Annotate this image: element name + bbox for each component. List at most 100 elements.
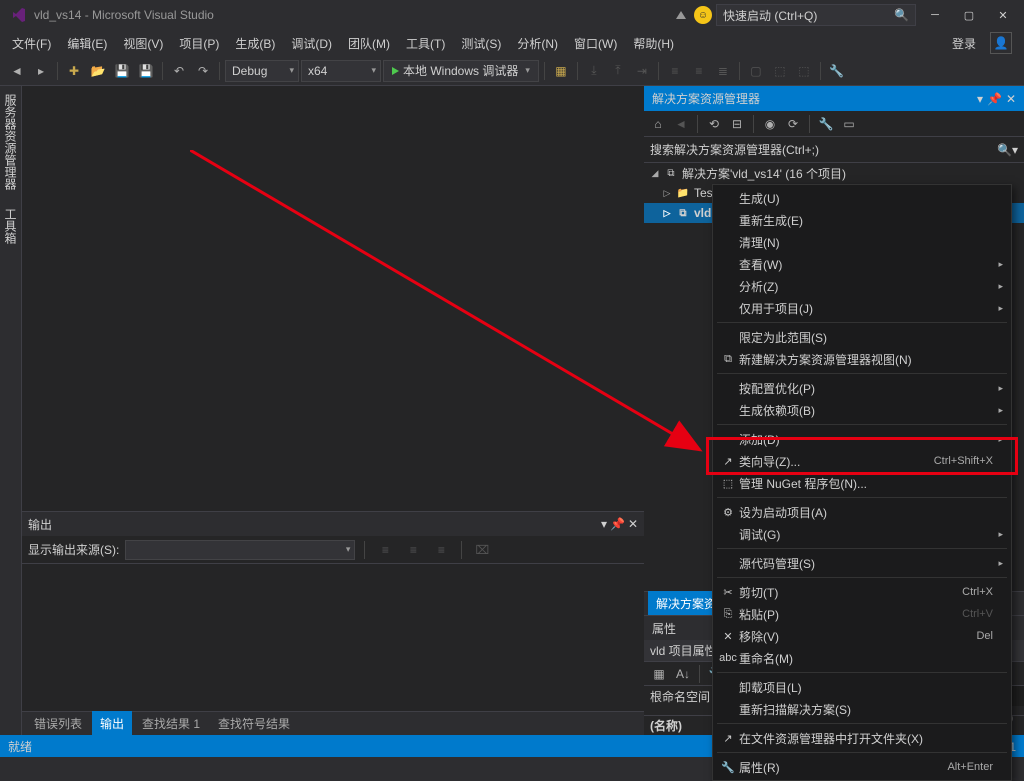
ctx-item[interactable]: ⚙设为启动项目(A) bbox=[713, 501, 1011, 523]
editor-column: 输出 ▾ 📌 ✕ 显示输出来源(S): ≡ ≡ ≡ ⌧ 错误列表 bbox=[22, 86, 644, 735]
minimize-button[interactable]: ─ bbox=[920, 4, 950, 26]
ctx-item[interactable]: 调试(G)▸ bbox=[713, 523, 1011, 545]
menu-project[interactable]: 项目(P) bbox=[171, 31, 227, 56]
ctx-item[interactable]: abc重命名(M) bbox=[713, 647, 1011, 669]
quick-launch-input[interactable]: 快速启动 (Ctrl+Q) 🔍 bbox=[716, 4, 916, 26]
menu-test[interactable]: 测试(S) bbox=[453, 31, 509, 56]
output-close-icon[interactable]: ✕ bbox=[628, 517, 638, 531]
bottom-tabs: 错误列表 输出 查找结果 1 查找符号结果 bbox=[22, 711, 644, 735]
properties-title: 属性 bbox=[652, 620, 676, 637]
window-title: vld_vs14 - Microsoft Visual Studio bbox=[34, 8, 214, 22]
output-btn-1: ≡ bbox=[374, 539, 396, 561]
config-combo[interactable]: Debug bbox=[225, 60, 299, 82]
ctx-item[interactable]: ✂剪切(T)Ctrl+X bbox=[713, 581, 1011, 603]
undo-button[interactable]: ↶ bbox=[168, 60, 190, 82]
save-button[interactable]: 💾 bbox=[111, 60, 133, 82]
left-sidebar: 服务器资源管理器 工具箱 bbox=[0, 86, 22, 735]
tab-find-symbols[interactable]: 查找符号结果 bbox=[210, 711, 298, 736]
quick-launch-placeholder: 快速启动 (Ctrl+Q) bbox=[723, 7, 817, 24]
toolbar-wrench[interactable]: 🔧 bbox=[826, 60, 848, 82]
menu-file[interactable]: 文件(F) bbox=[4, 31, 59, 56]
context-menu[interactable]: 生成(U)重新生成(E)清理(N)查看(W)▸分析(Z)▸仅用于项目(J)▸ 限定… bbox=[712, 184, 1012, 781]
ctx-item[interactable]: 卸载项目(L) bbox=[713, 676, 1011, 698]
solution-node[interactable]: ◢ ⧉ 解决方案'vld_vs14' (16 个项目) bbox=[644, 163, 1024, 183]
ctx-item[interactable]: 源代码管理(S)▸ bbox=[713, 552, 1011, 574]
output-dropdown-icon[interactable]: ▾ bbox=[601, 517, 607, 531]
ctx-item[interactable]: 查看(W)▸ bbox=[713, 253, 1011, 275]
toolbar-disabled-6: ≣ bbox=[712, 60, 734, 82]
close-button[interactable]: ✕ bbox=[988, 4, 1018, 26]
props-alpha-button[interactable]: A↓ bbox=[672, 663, 694, 685]
ctx-item[interactable]: 添加(D)▸ bbox=[713, 428, 1011, 450]
menu-tools[interactable]: 工具(T) bbox=[398, 31, 453, 56]
ctx-item[interactable]: ⧉新建解决方案资源管理器视图(N) bbox=[713, 348, 1011, 370]
toolbar-icon-a[interactable]: ▦ bbox=[550, 60, 572, 82]
tab-error-list[interactable]: 错误列表 bbox=[26, 711, 90, 736]
output-panel: 输出 ▾ 📌 ✕ 显示输出来源(S): ≡ ≡ ≡ ⌧ bbox=[22, 511, 644, 711]
menu-window[interactable]: 窗口(W) bbox=[566, 31, 625, 56]
toolbar-disabled-9: ⬚ bbox=[793, 60, 815, 82]
output-btn-4: ⌧ bbox=[471, 539, 493, 561]
se-props-button[interactable]: 🔧 bbox=[816, 114, 836, 134]
menu-help[interactable]: 帮助(H) bbox=[625, 31, 682, 56]
ctx-item[interactable]: 分析(Z)▸ bbox=[713, 275, 1011, 297]
save-all-button[interactable]: 💾 bbox=[135, 60, 157, 82]
new-project-button[interactable]: ✚ bbox=[63, 60, 85, 82]
tab-output[interactable]: 输出 bbox=[92, 711, 132, 736]
output-source-combo[interactable] bbox=[125, 540, 355, 560]
se-sync-button[interactable]: ⟲ bbox=[704, 114, 724, 134]
nav-back-button[interactable]: ◄ bbox=[6, 60, 28, 82]
ctx-item[interactable]: ↗类向导(Z)...Ctrl+Shift+X bbox=[713, 450, 1011, 472]
se-refresh-button[interactable]: ⟳ bbox=[783, 114, 803, 134]
se-dropdown-icon[interactable]: ▾ bbox=[977, 92, 983, 106]
se-preview-button[interactable]: ▭ bbox=[839, 114, 859, 134]
user-icon[interactable]: 👤 bbox=[990, 32, 1012, 54]
output-pin-icon[interactable]: 📌 bbox=[610, 517, 625, 531]
toolbar-disabled-3: ⇥ bbox=[631, 60, 653, 82]
start-debug-button[interactable]: 本地 Windows 调试器 ▾ bbox=[383, 60, 539, 82]
ctx-item[interactable]: ⬚管理 NuGet 程序包(N)... bbox=[713, 472, 1011, 494]
ctx-item[interactable]: 限定为此范围(S) bbox=[713, 326, 1011, 348]
output-btn-2: ≡ bbox=[402, 539, 424, 561]
maximize-button[interactable]: ▢ bbox=[954, 4, 984, 26]
ctx-item[interactable]: 生成依赖项(B)▸ bbox=[713, 399, 1011, 421]
ctx-item[interactable]: 按配置优化(P)▸ bbox=[713, 377, 1011, 399]
output-body[interactable] bbox=[22, 564, 644, 711]
titlebar: vld_vs14 - Microsoft Visual Studio ☺ 快速启… bbox=[0, 0, 1024, 30]
feedback-icon[interactable]: ☺ bbox=[694, 6, 712, 24]
props-categorize-button[interactable]: ▦ bbox=[648, 663, 670, 685]
se-pin-icon[interactable]: 📌 bbox=[987, 92, 1002, 106]
ctx-item[interactable]: ↗在文件资源管理器中打开文件夹(X) bbox=[713, 727, 1011, 749]
ctx-item[interactable]: 重新扫描解决方案(S) bbox=[713, 698, 1011, 720]
ctx-item[interactable]: 重新生成(E) bbox=[713, 209, 1011, 231]
menu-view[interactable]: 视图(V) bbox=[115, 31, 171, 56]
ctx-item[interactable]: 🔧属性(R)Alt+Enter bbox=[713, 756, 1011, 778]
server-explorer-tab[interactable]: 服务器资源管理器 bbox=[0, 90, 21, 194]
open-file-button[interactable]: 📂 bbox=[87, 60, 109, 82]
ctx-item[interactable]: 清理(N) bbox=[713, 231, 1011, 253]
solution-explorer-title: 解决方案资源管理器 bbox=[652, 90, 760, 107]
login-link[interactable]: 登录 bbox=[944, 31, 984, 56]
ctx-item[interactable]: ✕移除(V)Del bbox=[713, 625, 1011, 647]
main-toolbar: ◄ ▸ ✚ 📂 💾 💾 ↶ ↷ Debug x64 本地 Windows 调试器… bbox=[0, 56, 1024, 86]
toolbox-tab[interactable]: 工具箱 bbox=[0, 204, 21, 248]
se-home-button[interactable]: ⌂ bbox=[648, 114, 668, 134]
output-toolbar: 显示输出来源(S): ≡ ≡ ≡ ⌧ bbox=[22, 536, 644, 564]
menu-edit[interactable]: 编辑(E) bbox=[59, 31, 115, 56]
nav-fwd-button[interactable]: ▸ bbox=[30, 60, 52, 82]
se-collapse-button[interactable]: ⊟ bbox=[727, 114, 747, 134]
menu-build[interactable]: 生成(B) bbox=[227, 31, 283, 56]
output-btn-3: ≡ bbox=[430, 539, 452, 561]
redo-button[interactable]: ↷ bbox=[192, 60, 214, 82]
ctx-item[interactable]: 仅用于项目(J)▸ bbox=[713, 297, 1011, 319]
se-close-icon[interactable]: ✕ bbox=[1006, 92, 1016, 106]
se-show-all-button[interactable]: ◉ bbox=[760, 114, 780, 134]
menu-debug[interactable]: 调试(D) bbox=[283, 31, 340, 56]
menu-team[interactable]: 团队(M) bbox=[340, 31, 398, 56]
solution-explorer-search[interactable]: 搜索解决方案资源管理器(Ctrl+;) 🔍▾ bbox=[644, 137, 1024, 163]
ctx-item[interactable]: 生成(U) bbox=[713, 187, 1011, 209]
menu-analyze[interactable]: 分析(N) bbox=[509, 31, 566, 56]
platform-combo[interactable]: x64 bbox=[301, 60, 381, 82]
tab-find-results-1[interactable]: 查找结果 1 bbox=[134, 711, 208, 736]
notification-icon[interactable] bbox=[676, 11, 686, 19]
